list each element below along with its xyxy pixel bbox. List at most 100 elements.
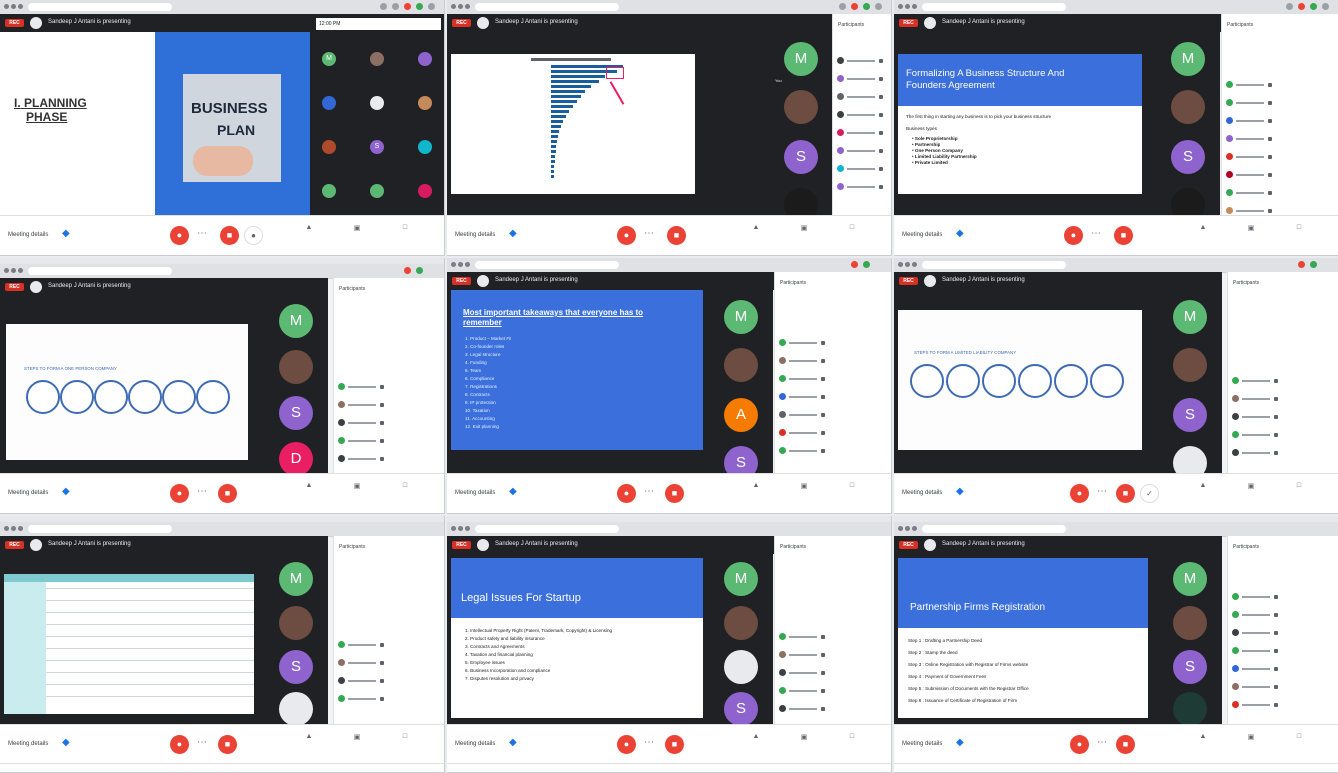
meeting-details[interactable]: Meeting details [8, 490, 48, 496]
camera-off-button[interactable]: ■ [1116, 735, 1135, 754]
slide-title: STEPS TO FORM A LIMITED LIABILITY COMPAN… [914, 350, 1017, 355]
mic-off-button[interactable]: ● [1070, 735, 1089, 754]
more-icon[interactable]: ⋯ [197, 486, 207, 497]
camera-off-button[interactable]: ■ [667, 226, 686, 245]
mic-off-button[interactable]: ● [617, 735, 636, 754]
address-bar[interactable] [28, 3, 172, 11]
camera-off-button[interactable]: ■ [665, 484, 684, 503]
present-button[interactable]: □ [835, 224, 869, 231]
more-icon[interactable]: ⋯ [644, 737, 654, 748]
shield-icon[interactable]: ◆ [956, 486, 964, 497]
mic-off-button[interactable]: ● [170, 484, 189, 503]
present-now-button[interactable]: ▲ [1186, 224, 1220, 231]
participant-s: S [1173, 398, 1207, 432]
browser-toolbar [0, 264, 444, 279]
planning-word: PLANNING [24, 96, 87, 110]
more-icon[interactable]: ⋯ [1097, 737, 1107, 748]
more-icon[interactable]: ⋯ [644, 228, 654, 239]
captions-button[interactable]: ✓ [1140, 484, 1159, 503]
address-bar[interactable] [475, 3, 619, 11]
presentation-stage [0, 554, 268, 724]
mic-off-button[interactable]: ● [170, 226, 189, 245]
camera-off-button[interactable]: ■ [1114, 226, 1133, 245]
meeting-details[interactable]: Meeting details [455, 490, 495, 496]
present-now-button[interactable]: ▲ [739, 733, 773, 740]
shield-icon[interactable]: ◆ [509, 486, 517, 497]
address-bar[interactable] [475, 525, 619, 533]
participant-s: S [279, 650, 313, 684]
captions-button[interactable]: ● [244, 226, 263, 245]
shield-icon[interactable]: ◆ [62, 737, 70, 748]
shield-icon[interactable]: ◆ [509, 737, 517, 748]
shield-icon[interactable]: ◆ [956, 228, 964, 239]
turn-on-captions-button[interactable]: ▣ [787, 733, 821, 741]
turn-on-captions-button[interactable]: ▣ [1234, 224, 1268, 232]
turn-on-captions-button[interactable]: ▣ [1234, 482, 1268, 490]
present-button[interactable]: □ [1282, 733, 1316, 740]
address-bar[interactable] [922, 261, 1066, 269]
present-now-button[interactable]: ▲ [739, 224, 773, 231]
meeting-details[interactable]: Meeting details [455, 232, 495, 238]
address-bar[interactable] [922, 525, 1066, 533]
address-bar[interactable] [28, 525, 172, 533]
meeting-details[interactable]: Meeting details [902, 741, 942, 747]
present-now-button[interactable]: ▲ [292, 733, 326, 740]
present-button[interactable]: □ [1282, 224, 1316, 231]
more-icon[interactable]: ⋯ [197, 228, 207, 239]
present-button[interactable]: □ [388, 482, 422, 489]
step-item: Step 5 : Submission of Documents with th… [908, 686, 1029, 691]
mic-off-button[interactable]: ● [617, 484, 636, 503]
more-icon[interactable]: ⋯ [197, 737, 207, 748]
step-circle [1018, 364, 1052, 398]
turn-on-captions-button[interactable]: ▣ [340, 733, 374, 741]
camera-off-button[interactable]: ■ [1116, 484, 1135, 503]
present-now-button[interactable]: ▲ [1186, 733, 1220, 740]
meeting-details[interactable]: Meeting details [8, 741, 48, 747]
meeting-details[interactable]: Meeting details [902, 490, 942, 496]
camera-off-button[interactable]: ■ [665, 735, 684, 754]
more-icon[interactable]: ⋯ [1091, 228, 1101, 239]
present-now-button[interactable]: ▲ [1186, 482, 1220, 489]
present-now-button[interactable]: ▲ [292, 224, 326, 231]
present-button[interactable]: □ [835, 733, 869, 740]
camera-off-button[interactable]: ■ [218, 735, 237, 754]
address-bar[interactable] [475, 261, 619, 269]
mic-off-button[interactable]: ● [1070, 484, 1089, 503]
present-now-button[interactable]: ▲ [292, 482, 326, 489]
more-icon[interactable]: ⋯ [644, 486, 654, 497]
turn-on-captions-button[interactable]: ▣ [1234, 733, 1268, 741]
presenter-label: Sandeep J Antani is presenting [48, 283, 131, 289]
meeting-details[interactable]: Meeting details [902, 232, 942, 238]
address-bar[interactable] [28, 267, 172, 275]
avatar [924, 275, 936, 287]
browser-toolbar [894, 258, 1338, 273]
more-icon[interactable]: ⋯ [1097, 486, 1107, 497]
turn-on-captions-button[interactable]: ▣ [340, 482, 374, 490]
shield-icon[interactable]: ◆ [956, 737, 964, 748]
mic-off-button[interactable]: ● [170, 735, 189, 754]
meeting-details[interactable]: Meeting details [8, 232, 48, 238]
turn-on-captions-button[interactable]: ▣ [787, 482, 821, 490]
present-now-button[interactable]: ▲ [739, 482, 773, 489]
participant-video [1173, 348, 1207, 382]
slide-left: I. PLANNING PHASE [0, 32, 155, 215]
participant-tiles: M S [1160, 32, 1220, 222]
shield-icon[interactable]: ◆ [62, 228, 70, 239]
meeting-details[interactable]: Meeting details [455, 741, 495, 747]
mic-off-button[interactable]: ● [1064, 226, 1083, 245]
camera-off-button[interactable]: ■ [220, 226, 239, 245]
turn-on-captions-button[interactable]: ▣ [787, 224, 821, 232]
camera-off-button[interactable]: ■ [218, 484, 237, 503]
present-button[interactable]: □ [1282, 482, 1316, 489]
mic-off-button[interactable]: ● [617, 226, 636, 245]
shield-icon[interactable]: ◆ [62, 486, 70, 497]
shield-icon[interactable]: ◆ [509, 228, 517, 239]
participant-s: S [784, 140, 818, 174]
present-button[interactable]: □ [388, 224, 422, 231]
participant-s: S [279, 396, 313, 430]
present-button[interactable]: □ [388, 733, 422, 740]
turn-on-captions-button[interactable]: ▣ [340, 224, 374, 232]
address-bar[interactable] [922, 3, 1066, 11]
present-button[interactable]: □ [835, 482, 869, 489]
step-item: Step 1 : Drafting a Partnership Deed [908, 638, 983, 643]
